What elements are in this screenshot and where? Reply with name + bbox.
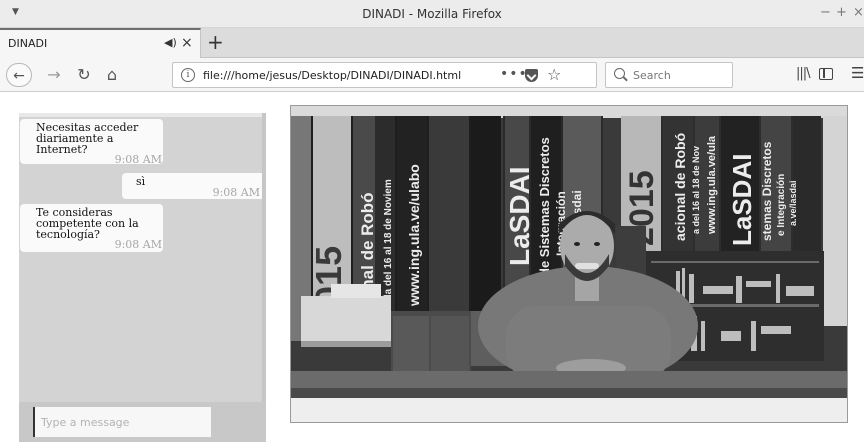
search-placeholder[interactable]: Search bbox=[633, 69, 671, 82]
message-time: 9:08 AM bbox=[212, 186, 260, 199]
url-text[interactable]: file:///home/jesus/Desktop/DINADI/DINADI… bbox=[203, 69, 461, 82]
bot-message: Te consideras competente con la tecnolog… bbox=[20, 204, 163, 252]
banner-text: acional de Robó bbox=[672, 133, 688, 241]
video-player[interactable]: 2015 Nacional de Robó Mérida del 16 al 1… bbox=[290, 105, 848, 423]
close-window-button[interactable]: × bbox=[853, 5, 864, 20]
chat-scrollbar[interactable] bbox=[262, 113, 266, 402]
banner-text: stemas Discretos bbox=[760, 141, 774, 241]
pocket-icon[interactable] bbox=[525, 69, 538, 82]
message-composer bbox=[19, 402, 266, 442]
bot-message: Necesitas acceder diariamente a Internet… bbox=[20, 119, 163, 165]
message-text: Te consideras competente con la tecnolog… bbox=[36, 206, 139, 241]
video-frame-image: 2015 Nacional de Robó Mérida del 16 al 1… bbox=[291, 106, 847, 422]
message-text: Necesitas acceder diariamente a Internet… bbox=[36, 121, 139, 156]
maximize-button[interactable]: + bbox=[836, 5, 847, 20]
window-title: DINADI - Mozilla Firefox bbox=[362, 7, 502, 21]
back-button[interactable]: ← bbox=[6, 63, 32, 87]
url-bar[interactable]: i file:///home/jesus/Desktop/DINADI/DINA… bbox=[172, 62, 597, 88]
banner-text: www.ing.ula.ve/ula bbox=[706, 135, 718, 235]
hamburger-menu-icon[interactable]: ☰ bbox=[851, 64, 864, 82]
sidebar-toggle-icon[interactable] bbox=[819, 68, 833, 80]
info-icon[interactable]: i bbox=[181, 68, 195, 82]
banner-text: a.ve/lasdai bbox=[788, 180, 798, 226]
banner-text: de Sistemas Discretos bbox=[537, 137, 552, 276]
tab-title: DINADI bbox=[8, 37, 48, 50]
library-icon[interactable]: |||\ bbox=[796, 66, 810, 81]
chat-messages[interactable]: Necesitas acceder diariamente a Internet… bbox=[19, 113, 266, 402]
search-icon bbox=[614, 68, 625, 79]
banner-text: www.ing.ula.ve/ulabo bbox=[406, 164, 422, 307]
banner-text: LaSDAI bbox=[727, 154, 757, 246]
banner-text: e Integración bbox=[776, 174, 787, 236]
banner-text: a del 16 al 18 de Nov bbox=[691, 146, 701, 234]
reload-button[interactable]: ↻ bbox=[73, 63, 95, 87]
search-bar[interactable]: Search bbox=[605, 62, 733, 88]
home-button[interactable]: ⌂ bbox=[101, 63, 123, 87]
tab-dinadi[interactable]: DINADI ◀︎) × bbox=[0, 28, 201, 58]
chat-top-edge bbox=[19, 113, 266, 117]
user-message: sì 9:08 AM bbox=[122, 173, 265, 199]
window-titlebar: ▼ DINADI - Mozilla Firefox − + × bbox=[0, 0, 864, 28]
close-tab-icon[interactable]: × bbox=[181, 35, 193, 51]
message-text: sì bbox=[136, 175, 146, 188]
navigation-toolbar: ← → ↻ ⌂ i file:///home/jesus/Desktop/DIN… bbox=[0, 58, 864, 92]
tab-strip: DINADI ◀︎) × + bbox=[0, 28, 864, 58]
minimize-button[interactable]: − bbox=[820, 5, 831, 20]
page-content: Necesitas acceder diariamente a Internet… bbox=[0, 93, 864, 445]
banner-text: LaSDAI bbox=[504, 166, 535, 266]
bookmark-star-icon[interactable]: ☆ bbox=[547, 65, 561, 84]
forward-button[interactable]: → bbox=[43, 63, 65, 87]
speaker-icon[interactable]: ◀︎) bbox=[164, 36, 177, 49]
new-tab-button[interactable]: + bbox=[207, 31, 224, 53]
message-input[interactable] bbox=[33, 407, 211, 437]
page-actions-icon[interactable]: ••• bbox=[500, 66, 528, 82]
chat-panel: Necesitas acceder diariamente a Internet… bbox=[19, 113, 266, 442]
